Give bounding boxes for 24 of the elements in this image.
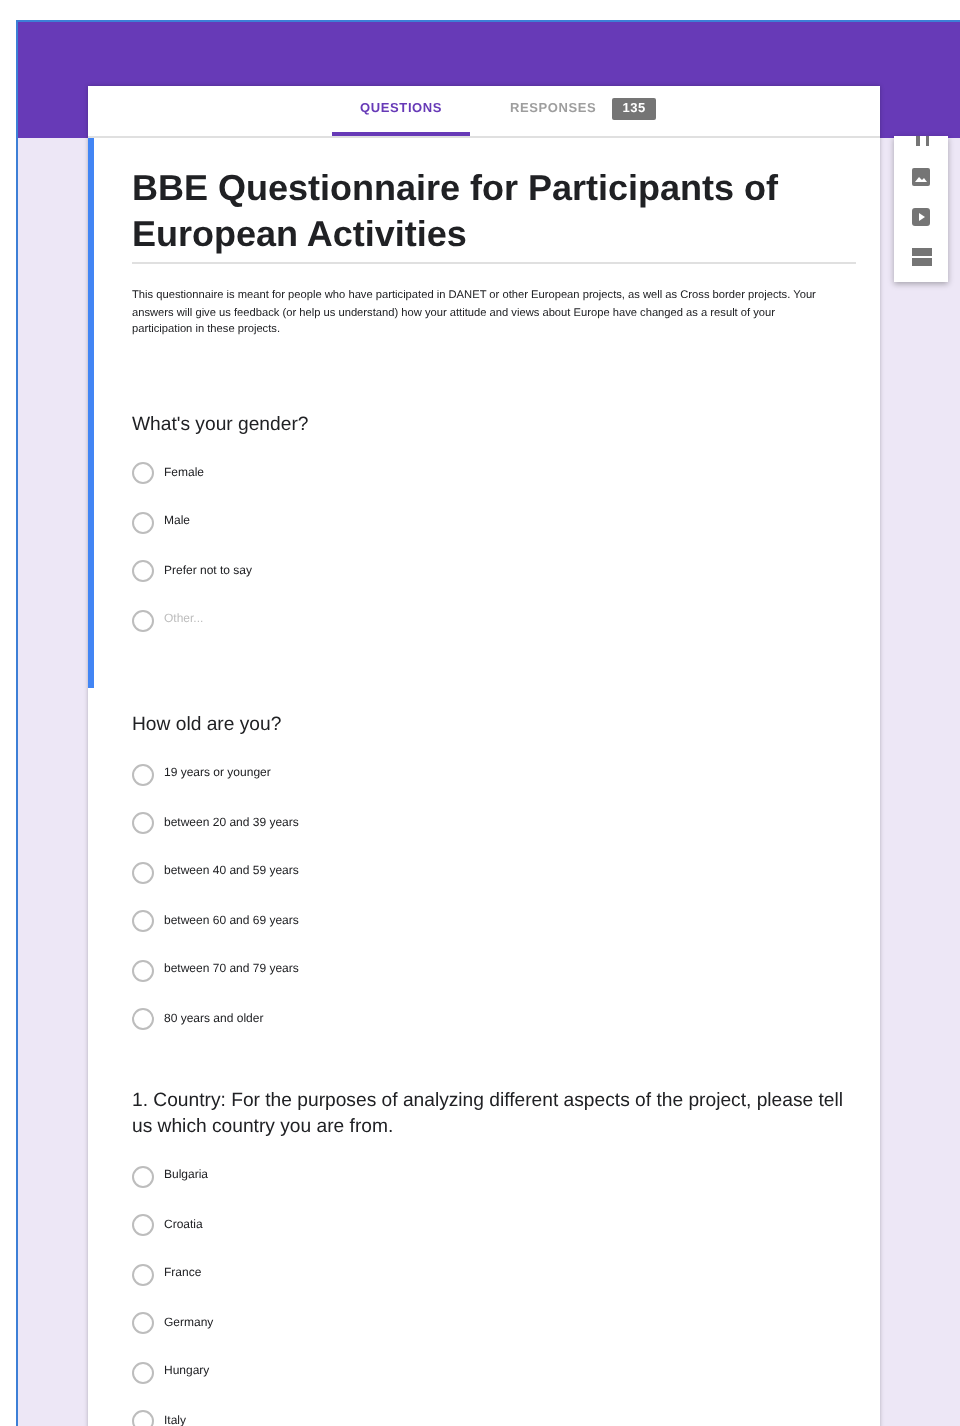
radio-button[interactable]: [132, 1214, 154, 1237]
radio-button[interactable]: [132, 861, 154, 884]
radio-button[interactable]: [132, 609, 154, 632]
radio-button[interactable]: [132, 910, 154, 933]
title-icon[interactable]: [911, 136, 931, 146]
image-icon[interactable]: [912, 168, 930, 186]
radio-button[interactable]: [132, 1008, 154, 1031]
radio-button[interactable]: [132, 812, 154, 835]
radio-button[interactable]: [132, 763, 154, 786]
radio-button[interactable]: [132, 1410, 154, 1426]
radio-button[interactable]: [132, 1312, 154, 1335]
radio-button[interactable]: [132, 462, 154, 485]
form-title: BBE Questionnaire for Participants of European Activities: [132, 166, 781, 258]
radio-button[interactable]: [132, 1361, 154, 1384]
section-icon[interactable]: [911, 248, 931, 266]
question-text: 1. Country: For the purposes of analyzing different aspects of the project, please tell us which country you are from.: [132, 1087, 846, 1142]
question-text: How old are you?: [132, 712, 284, 740]
radio-button[interactable]: [132, 560, 154, 583]
radio-button[interactable]: [132, 959, 154, 982]
video-icon[interactable]: [912, 208, 930, 226]
radio-button[interactable]: [132, 1165, 154, 1188]
radio-button[interactable]: [132, 511, 154, 534]
radio-button[interactable]: [132, 1263, 154, 1286]
question-text: What's your gender?: [132, 411, 311, 439]
